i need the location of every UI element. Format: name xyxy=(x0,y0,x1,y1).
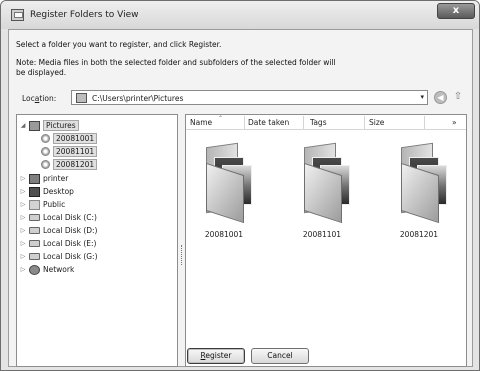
expand-arrow-icon[interactable]: ▷ xyxy=(19,253,27,260)
note-text: Note: Media files in both the selected f… xyxy=(16,58,336,77)
column-divider[interactable] xyxy=(424,116,425,129)
tree-item-label: Desktop xyxy=(43,187,74,196)
folder-label: 20081001 xyxy=(204,230,244,239)
pictures-folder-icon xyxy=(76,93,87,103)
expand-arrow-icon[interactable]: ▷ xyxy=(19,214,27,221)
desktop-icon xyxy=(29,186,40,197)
column-date-taken[interactable]: Date taken xyxy=(248,118,289,127)
expand-arrow-icon[interactable]: ▷ xyxy=(19,201,27,208)
back-arrow-icon[interactable]: ◀ xyxy=(434,91,447,104)
column-divider[interactable] xyxy=(303,116,304,129)
disk-icon xyxy=(29,227,40,234)
expand-arrow-icon[interactable]: ▷ xyxy=(19,240,27,247)
pictures-folder-icon xyxy=(29,120,40,131)
subfolder-icon xyxy=(41,147,50,156)
tree-item-label: Public xyxy=(43,200,66,209)
column-divider[interactable] xyxy=(364,116,365,129)
folder-tile-20081101[interactable]: 20081101 xyxy=(282,142,362,243)
tree-item-label: Local Disk (G:) xyxy=(43,252,98,261)
disk-icon xyxy=(29,240,40,247)
folder-tree[interactable]: ◢ Pictures 20081001 20081101 20081201 ▷ … xyxy=(16,114,178,367)
folder-label: 20081201 xyxy=(399,230,439,239)
column-header: Name ⌃ Date taken Tags Size » xyxy=(186,115,466,130)
tree-item-local-disk-g[interactable]: ▷ Local Disk (G:) xyxy=(19,250,98,263)
location-combobox[interactable]: C:\Users\printer\Pictures ▾ xyxy=(71,90,428,105)
tree-item-20081101[interactable]: 20081101 xyxy=(39,145,98,158)
location-label: Location: xyxy=(22,94,57,103)
tree-item-label: Local Disk (C:) xyxy=(43,213,97,222)
user-folder-icon xyxy=(29,173,40,184)
subfolder-icon xyxy=(41,134,50,143)
folder-icon xyxy=(29,199,40,210)
title-bar[interactable]: Register Folders to View x xyxy=(1,1,479,29)
close-button[interactable]: x xyxy=(437,3,475,19)
column-size[interactable]: Size xyxy=(369,118,384,127)
cancel-button[interactable]: Cancel xyxy=(251,348,309,364)
tree-item-20081201[interactable]: 20081201 xyxy=(39,158,98,171)
folder-tile-20081201[interactable]: 20081201 xyxy=(379,142,459,243)
register-folders-window: Register Folders to View x Select a fold… xyxy=(0,0,480,371)
tree-item-local-disk-c[interactable]: ▷ Local Disk (C:) xyxy=(19,211,97,224)
tree-item-local-disk-d[interactable]: ▷ Local Disk (D:) xyxy=(19,224,98,237)
disk-icon xyxy=(29,214,40,221)
tree-item-desktop[interactable]: ▷ Desktop xyxy=(19,185,74,198)
expand-arrow-icon[interactable]: ▷ xyxy=(19,175,27,182)
expand-arrow-icon[interactable]: ▷ xyxy=(19,188,27,195)
location-path: C:\Users\printer\Pictures xyxy=(92,94,184,103)
tree-item-label: Local Disk (E:) xyxy=(43,239,97,248)
tree-item-label: Network xyxy=(43,265,75,274)
tree-item-public[interactable]: ▷ Public xyxy=(19,198,65,211)
dialog-body: Select a folder you want to register, an… xyxy=(8,29,473,367)
tree-item-label: 20081101 xyxy=(53,146,98,157)
folder-label: 20081101 xyxy=(302,230,342,239)
tree-item-label: 20081201 xyxy=(53,159,98,170)
column-tags[interactable]: Tags xyxy=(310,118,327,127)
tree-item-label: printer xyxy=(43,174,69,183)
tree-item-20081001[interactable]: 20081001 xyxy=(39,132,98,145)
tree-item-label: 20081001 xyxy=(53,133,98,144)
folder-contents-pane[interactable]: Name ⌃ Date taken Tags Size » 20081001 2… xyxy=(185,114,467,367)
tree-item-label: Local Disk (D:) xyxy=(43,226,98,235)
column-name[interactable]: Name ⌃ xyxy=(190,115,223,127)
expand-arrow-icon[interactable]: ▷ xyxy=(19,266,27,273)
tree-item-pictures[interactable]: ◢ Pictures xyxy=(19,119,79,132)
tree-item-local-disk-e[interactable]: ▷ Local Disk (E:) xyxy=(19,237,97,250)
tree-item-label: Pictures xyxy=(43,120,79,131)
sort-ascending-icon: ⌃ xyxy=(218,115,224,122)
more-columns-icon[interactable]: » xyxy=(452,118,457,127)
tree-item-printer[interactable]: ▷ printer xyxy=(19,172,68,185)
collapse-arrow-icon[interactable]: ◢ xyxy=(19,122,27,129)
folder-tile-20081001[interactable]: 20081001 xyxy=(184,142,264,243)
instruction-text: Select a folder you want to register, an… xyxy=(16,40,222,49)
window-title: Register Folders to View xyxy=(30,10,139,20)
chevron-down-icon[interactable]: ▾ xyxy=(420,93,424,101)
tree-item-network[interactable]: ▷ Network xyxy=(19,263,74,276)
register-button[interactable]: Register xyxy=(187,348,245,364)
column-divider[interactable] xyxy=(244,116,245,129)
subfolder-icon xyxy=(41,160,50,169)
disk-icon xyxy=(29,253,40,260)
expand-arrow-icon[interactable]: ▷ xyxy=(19,227,27,234)
network-icon xyxy=(29,264,40,275)
window-icon xyxy=(11,9,24,21)
pane-splitter[interactable] xyxy=(181,245,183,265)
up-folder-icon[interactable]: ⇧ xyxy=(451,90,465,104)
